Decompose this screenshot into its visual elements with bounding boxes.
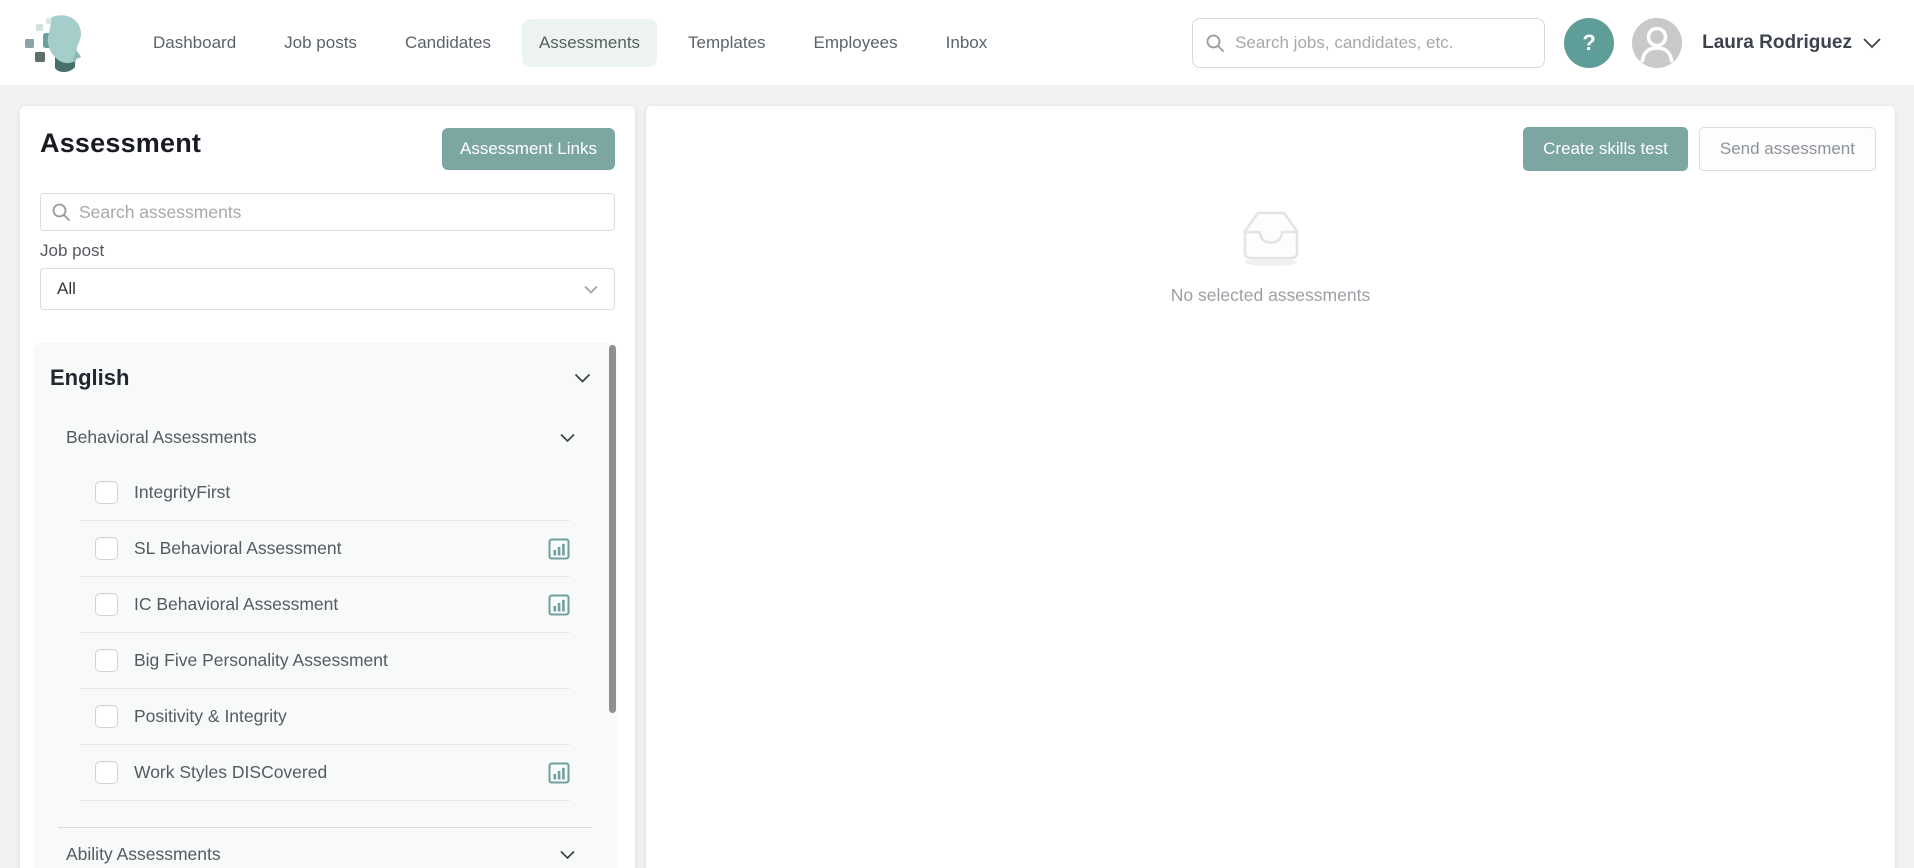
user-menu[interactable]: Laura Rodriguez bbox=[1702, 32, 1882, 54]
send-assessment-button[interactable]: Send assessment bbox=[1698, 127, 1876, 171]
top-navigation-bar: Dashboard Job posts Candidates Assessmen… bbox=[0, 0, 1914, 85]
chevron-down-icon bbox=[1862, 37, 1882, 49]
language-group-english[interactable]: English bbox=[33, 355, 617, 401]
category-behavioral-assessments[interactable]: Behavioral Assessments bbox=[33, 415, 617, 459]
bar-chart-icon[interactable] bbox=[548, 538, 570, 560]
tab-templates[interactable]: Templates bbox=[671, 19, 782, 67]
app-window: Dashboard Job posts Candidates Assessmen… bbox=[0, 0, 1914, 868]
assessment-links-button[interactable]: Assessment Links bbox=[442, 128, 615, 170]
assessment-search bbox=[40, 193, 615, 231]
scrollbar-thumb[interactable] bbox=[609, 345, 616, 713]
tab-assessments[interactable]: Assessments bbox=[521, 18, 658, 67]
create-skills-test-button[interactable]: Create skills test bbox=[1523, 127, 1688, 171]
empty-state: No selected assessments bbox=[646, 207, 1895, 306]
avatar-person-icon bbox=[1632, 17, 1683, 68]
assessment-item-label: Big Five Personality Assessment bbox=[134, 650, 388, 670]
tab-inbox[interactable]: Inbox bbox=[929, 19, 1005, 67]
assessment-search-input[interactable] bbox=[40, 193, 615, 231]
tab-dashboard[interactable]: Dashboard bbox=[136, 19, 253, 67]
category-ability-assessments[interactable]: Ability Assessments bbox=[33, 828, 617, 868]
assessment-checkbox[interactable] bbox=[95, 649, 118, 672]
assessment-item-label: SL Behavioral Assessment bbox=[134, 538, 342, 558]
tab-candidates[interactable]: Candidates bbox=[388, 19, 508, 67]
assessment-items-list: IntegrityFirst SL Behavioral Assessment bbox=[33, 465, 617, 801]
assessment-list-item: Big Five Personality Assessment bbox=[80, 633, 570, 689]
assessment-checkbox[interactable] bbox=[95, 761, 118, 784]
chevron-down-icon bbox=[560, 850, 575, 859]
assessment-list-item: IC Behavioral Assessment bbox=[80, 577, 570, 633]
question-mark-icon: ? bbox=[1582, 29, 1596, 55]
assessment-checkbox[interactable] bbox=[95, 705, 118, 728]
brand-logo-icon[interactable] bbox=[22, 11, 86, 75]
tab-employees[interactable]: Employees bbox=[797, 19, 915, 67]
chevron-down-icon bbox=[584, 285, 598, 294]
chevron-down-icon bbox=[574, 373, 591, 383]
assessment-groups-section: English Behavioral Assessments Integrity… bbox=[33, 343, 617, 868]
bar-chart-icon[interactable] bbox=[548, 762, 570, 784]
language-group-label: English bbox=[50, 365, 130, 390]
assessment-list-item: IntegrityFirst bbox=[80, 465, 570, 521]
assessment-checkbox[interactable] bbox=[95, 537, 118, 560]
help-button[interactable]: ? bbox=[1564, 17, 1615, 68]
assessment-panel-header: Assessment Assessment Links bbox=[20, 106, 635, 170]
job-post-select[interactable]: All bbox=[40, 268, 615, 310]
search-icon bbox=[52, 203, 70, 221]
assessment-item-label: Work Styles DISCovered bbox=[134, 762, 328, 782]
chevron-down-icon bbox=[560, 433, 575, 442]
bar-chart-icon[interactable] bbox=[548, 594, 570, 616]
assessment-list-item: SL Behavioral Assessment bbox=[80, 521, 570, 577]
job-post-selected-value: All bbox=[57, 279, 76, 298]
main-nav: Dashboard Job posts Candidates Assessmen… bbox=[136, 18, 1005, 67]
selection-actions: Create skills test Send assessment bbox=[646, 106, 1895, 171]
global-search-input[interactable] bbox=[1192, 17, 1546, 68]
assessment-checkbox[interactable] bbox=[95, 481, 118, 504]
tab-job-posts[interactable]: Job posts bbox=[267, 19, 374, 67]
search-icon bbox=[1206, 34, 1224, 52]
global-search bbox=[1192, 17, 1546, 68]
assessment-item-label: IntegrityFirst bbox=[134, 482, 231, 502]
assessment-checkbox[interactable] bbox=[95, 593, 118, 616]
assessment-list-item: Positivity & Integrity bbox=[80, 689, 570, 745]
assessment-item-label: IC Behavioral Assessment bbox=[134, 594, 339, 614]
inbox-tray-icon bbox=[1243, 211, 1298, 266]
page-title: Assessment bbox=[40, 128, 202, 158]
assessment-list-item: Work Styles DISCovered bbox=[80, 745, 570, 801]
user-avatar[interactable] bbox=[1632, 17, 1683, 68]
selected-assessments-panel: Create skills test Send assessment No se… bbox=[646, 106, 1895, 868]
job-post-label: Job post bbox=[40, 241, 105, 260]
category-label: Behavioral Assessments bbox=[66, 426, 257, 447]
user-name: Laura Rodriguez bbox=[1702, 31, 1852, 53]
category-label: Ability Assessments bbox=[66, 843, 221, 864]
empty-state-text: No selected assessments bbox=[1170, 285, 1371, 305]
assessment-list-panel: Assessment Assessment Links Job post All… bbox=[20, 106, 635, 868]
assessment-item-label: Positivity & Integrity bbox=[134, 706, 287, 726]
